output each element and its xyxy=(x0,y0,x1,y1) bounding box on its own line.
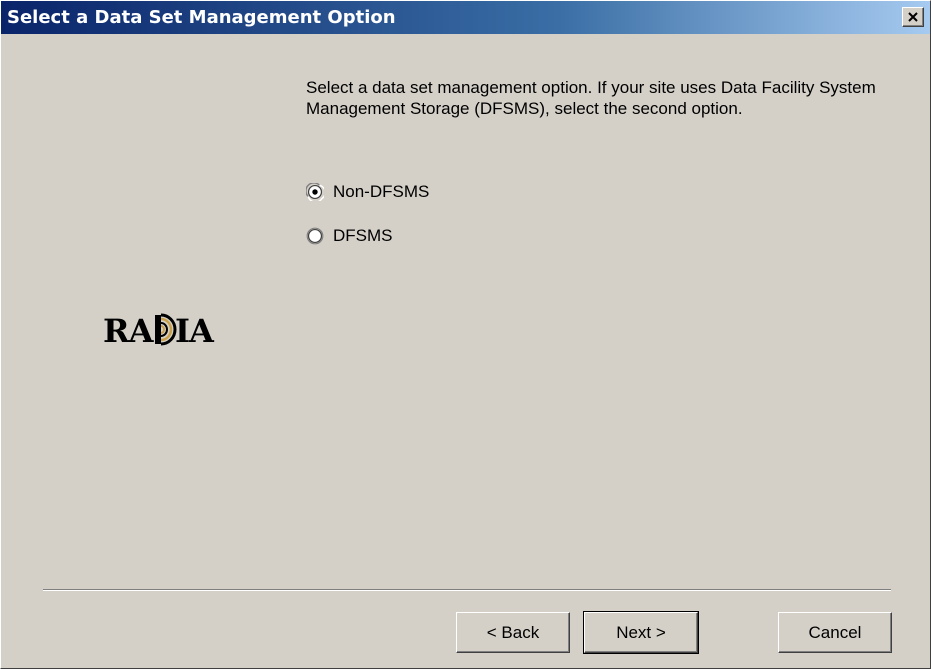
back-button[interactable]: < Back xyxy=(456,612,570,653)
svg-text:RA: RA xyxy=(103,313,155,347)
dialog-window: Select a Data Set Management Option RA I… xyxy=(0,0,931,669)
close-button[interactable] xyxy=(902,7,924,27)
next-button[interactable]: Next > xyxy=(583,611,699,654)
window-title: Select a Data Set Management Option xyxy=(7,7,396,28)
cancel-button[interactable]: Cancel xyxy=(778,612,892,653)
option-label-non-dfsms: Non-DFSMS xyxy=(333,182,430,201)
instructions-text: Select a data set management option. If … xyxy=(306,78,876,118)
option-non-dfsms[interactable]: Non-DFSMS xyxy=(306,181,429,203)
radio-selected-icon[interactable] xyxy=(306,183,324,201)
svg-text:IA: IA xyxy=(175,313,215,347)
radio-unselected-icon[interactable] xyxy=(306,227,324,245)
title-bar[interactable]: Select a Data Set Management Option xyxy=(1,1,930,34)
close-icon xyxy=(908,12,918,22)
option-label-dfsms: DFSMS xyxy=(333,226,393,245)
radia-logo: RA IA xyxy=(103,312,221,355)
separator-line xyxy=(43,589,891,591)
option-dfsms[interactable]: DFSMS xyxy=(306,225,393,247)
